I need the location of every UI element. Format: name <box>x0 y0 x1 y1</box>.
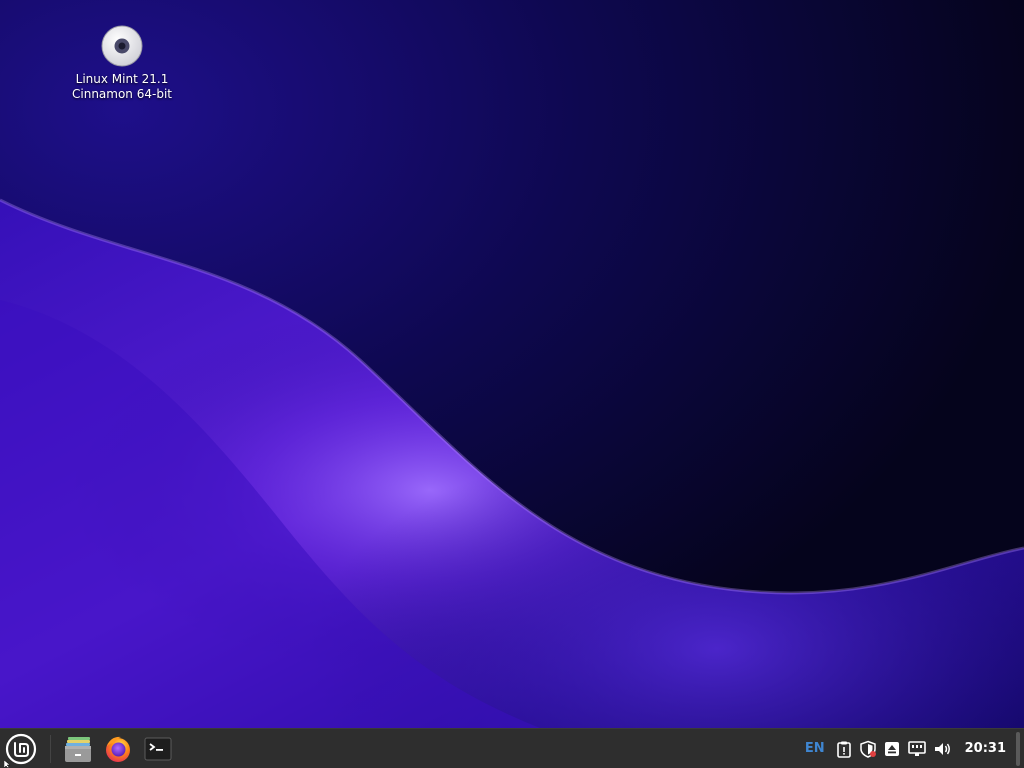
wallpaper <box>0 0 1024 728</box>
launcher-terminal[interactable] <box>141 732 175 766</box>
tray-removable-drive[interactable] <box>883 729 901 768</box>
mouse-cursor-icon <box>4 760 11 768</box>
file-manager-icon <box>65 737 91 762</box>
desktop-icon-label-line2: Cinnamon 64-bit <box>72 87 172 101</box>
disc-icon <box>101 25 143 67</box>
launcher-file-manager[interactable] <box>61 732 95 766</box>
clipboard-icon <box>836 741 851 758</box>
bottom-panel: EN 20:31 <box>0 728 1024 768</box>
update-manager-shield-icon <box>859 740 876 758</box>
tray-volume[interactable] <box>933 729 953 768</box>
tray-clipboard[interactable] <box>835 729 853 768</box>
terminal-icon <box>144 737 172 761</box>
volume-icon <box>934 742 950 755</box>
tray-update-manager[interactable] <box>859 729 877 768</box>
clock[interactable]: 20:31 <box>959 729 1014 768</box>
desktop[interactable]: Linux Mint 21.1 Cinnamon 64-bit <box>0 0 1024 728</box>
desktop-icon-label-line1: Linux Mint 21.1 <box>75 72 169 86</box>
panel-show-desktop[interactable] <box>1016 731 1020 766</box>
desktop-icon-install-disc[interactable]: Linux Mint 21.1 Cinnamon 64-bit <box>62 24 182 102</box>
panel-separator <box>50 735 51 763</box>
removable-drive-icon <box>884 741 899 756</box>
firefox-icon <box>106 736 130 762</box>
keyboard-layout-indicator[interactable]: EN <box>801 729 829 768</box>
network-icon <box>907 740 926 756</box>
desktop-icon-label: Linux Mint 21.1 Cinnamon 64-bit <box>62 72 182 102</box>
tray-network[interactable] <box>907 729 927 768</box>
launcher-firefox[interactable] <box>101 732 135 766</box>
system-tray: EN 20:31 <box>795 729 1024 768</box>
